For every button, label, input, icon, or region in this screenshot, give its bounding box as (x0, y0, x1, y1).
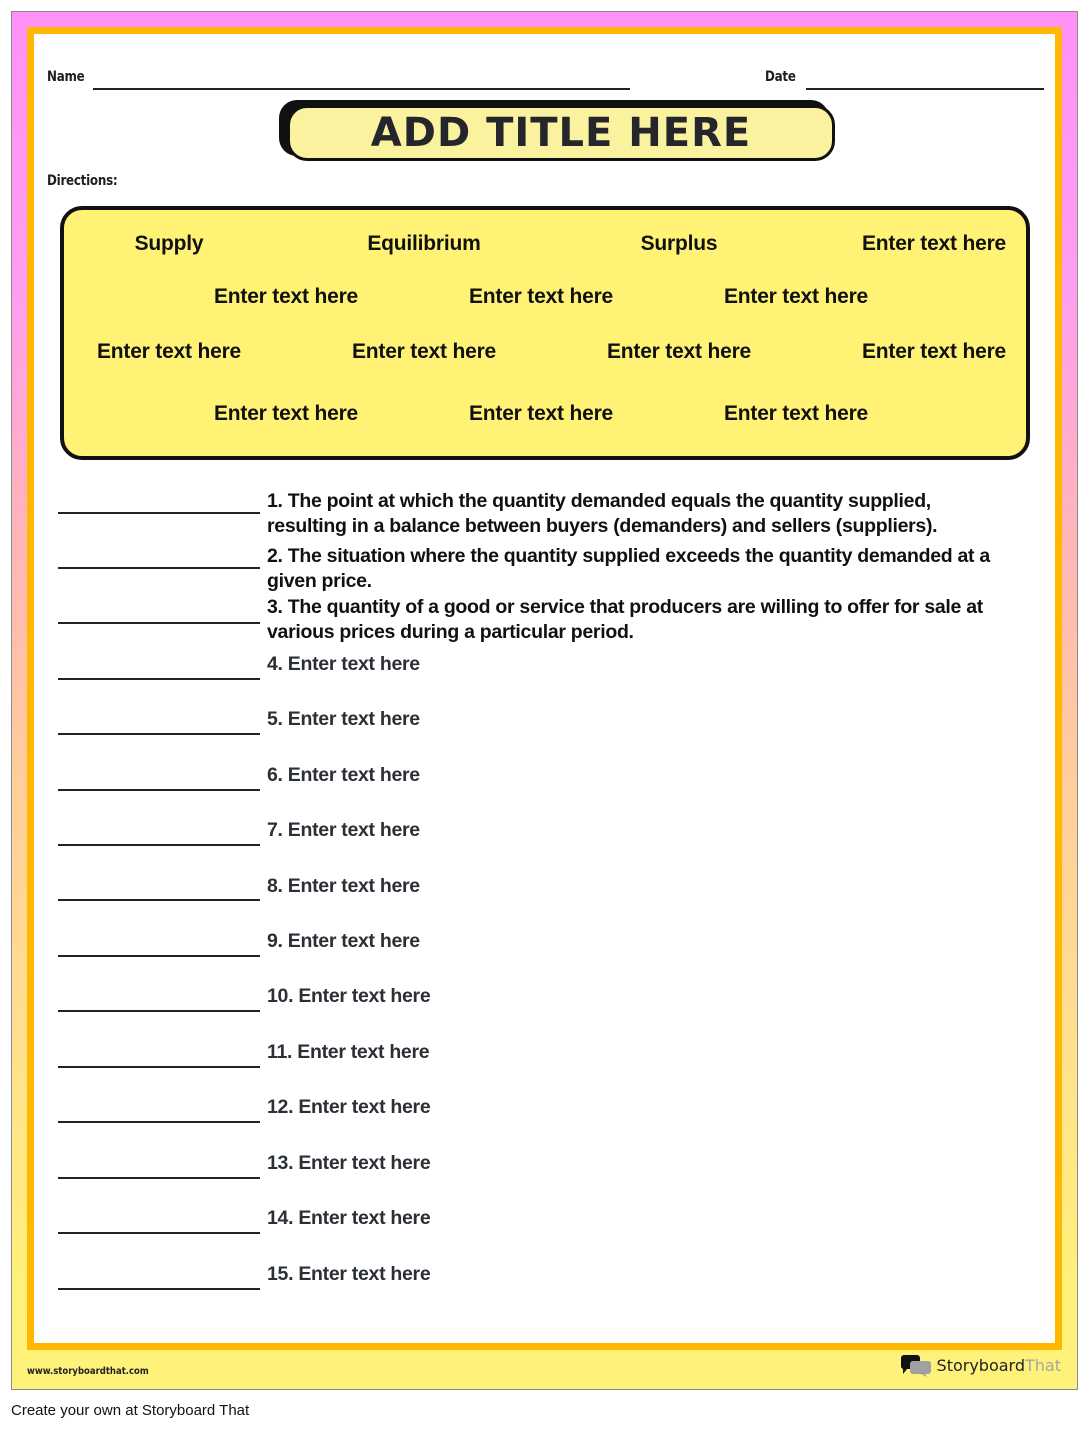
answer-blank[interactable] (58, 899, 260, 901)
question-body: Enter text here (298, 985, 431, 1007)
word-bank: Supply Equilibrium Surplus Enter text here E… (60, 206, 1030, 460)
storyboardthat-logo[interactable]: StoryboardThat (899, 1353, 1061, 1377)
answer-blank[interactable] (58, 1121, 260, 1123)
page-title[interactable]: ADD TITLE HERE (371, 110, 751, 156)
question-body: Enter text here (297, 1041, 430, 1063)
word-bank-item[interactable]: Enter text here (724, 402, 868, 426)
question-number: 2. (267, 545, 283, 567)
answer-blank[interactable] (58, 955, 260, 957)
speech-bubbles-icon (900, 1355, 931, 1377)
question-body: Enter text here (287, 653, 420, 675)
title-banner[interactable]: ADD TITLE HERE (287, 105, 835, 161)
word-bank-item[interactable]: Enter text here (214, 402, 358, 426)
question-number: 15. (267, 1263, 294, 1285)
question-text[interactable]: 15. Enter text here (267, 1262, 1007, 1287)
question-text[interactable]: 10. Enter text here (267, 984, 1007, 1009)
question-number: 6. (267, 764, 283, 786)
question-text[interactable]: 3. The quantity of a good or service tha… (267, 595, 1007, 645)
worksheet-page: Name Date ADD TITLE HERE Directions: Sup… (11, 11, 1078, 1390)
answer-blank[interactable] (58, 733, 260, 735)
worksheet-frame: Name Date ADD TITLE HERE Directions: Sup… (27, 27, 1062, 1350)
question-text[interactable]: 5. Enter text here (267, 707, 1007, 732)
question-number: 4. (267, 653, 283, 675)
question-text[interactable]: 8. Enter text here (267, 874, 1007, 899)
question-text[interactable]: 12. Enter text here (267, 1095, 1007, 1120)
question-text[interactable]: 7. Enter text here (267, 818, 1007, 843)
question-body: The quantity of a good or service that p… (267, 596, 983, 643)
word-bank-item[interactable]: Enter text here (862, 340, 1006, 364)
word-bank-item[interactable]: Enter text here (97, 340, 241, 364)
answer-blank[interactable] (58, 1010, 260, 1012)
question-body: Enter text here (287, 930, 420, 952)
answer-blank[interactable] (58, 512, 260, 514)
question-body: The situation where the quantity supplie… (267, 545, 990, 592)
word-bank-item[interactable]: Surplus (641, 232, 718, 256)
word-bank-item[interactable]: Enter text here (862, 232, 1006, 256)
footer-url[interactable]: www.storyboardthat.com (27, 1366, 149, 1377)
date-input-line[interactable] (806, 88, 1044, 90)
word-bank-item[interactable]: Supply (135, 232, 204, 256)
question-body: Enter text here (287, 819, 420, 841)
answer-blank[interactable] (58, 789, 260, 791)
question-body: Enter text here (287, 875, 420, 897)
answer-blank[interactable] (58, 678, 260, 680)
question-text[interactable]: 1. The point at which the quantity deman… (267, 489, 1007, 539)
question-text[interactable]: 4. Enter text here (267, 652, 1007, 677)
word-bank-item[interactable]: Enter text here (469, 285, 613, 309)
question-body: Enter text here (298, 1207, 431, 1229)
question-text[interactable]: 6. Enter text here (267, 763, 1007, 788)
question-text[interactable]: 11. Enter text here (267, 1040, 1007, 1065)
question-number: 11. (267, 1041, 293, 1063)
date-label: Date (765, 69, 796, 85)
question-body: Enter text here (287, 708, 420, 730)
question-text[interactable]: 14. Enter text here (267, 1206, 1007, 1231)
answer-blank[interactable] (58, 1232, 260, 1234)
question-text[interactable]: 2. The situation where the quantity supp… (267, 544, 1007, 594)
brand-name: StoryboardThat (936, 1355, 1061, 1375)
question-number: 10. (267, 985, 294, 1007)
name-input-line[interactable] (93, 88, 630, 90)
question-number: 12. (267, 1096, 294, 1118)
question-body: Enter text here (287, 764, 420, 786)
name-label: Name (47, 69, 85, 85)
question-number: 14. (267, 1207, 294, 1229)
create-your-own-caption[interactable]: Create your own at Storyboard That (11, 1402, 249, 1419)
question-text[interactable]: 13. Enter text here (267, 1151, 1007, 1176)
question-body: Enter text here (298, 1152, 431, 1174)
question-number: 9. (267, 930, 283, 952)
word-bank-item[interactable]: Enter text here (469, 402, 613, 426)
answer-blank[interactable] (58, 622, 260, 624)
word-bank-item[interactable]: Equilibrium (367, 232, 481, 256)
word-bank-item[interactable]: Enter text here (724, 285, 868, 309)
answer-blank[interactable] (58, 844, 260, 846)
question-body: The point at which the quantity demanded… (267, 490, 938, 537)
question-number: 5. (267, 708, 283, 730)
question-text[interactable]: 9. Enter text here (267, 929, 1007, 954)
question-number: 1. (267, 490, 283, 512)
question-body: Enter text here (298, 1263, 431, 1285)
word-bank-item[interactable]: Enter text here (607, 340, 751, 364)
question-number: 3. (267, 596, 283, 618)
answer-blank[interactable] (58, 567, 260, 569)
answer-blank[interactable] (58, 1066, 260, 1068)
directions-label: Directions: (47, 173, 118, 189)
question-number: 7. (267, 819, 283, 841)
answer-blank[interactable] (58, 1177, 260, 1179)
word-bank-item[interactable]: Enter text here (352, 340, 496, 364)
question-body: Enter text here (298, 1096, 431, 1118)
word-bank-item[interactable]: Enter text here (214, 285, 358, 309)
question-number: 8. (267, 875, 283, 897)
answer-blank[interactable] (58, 1288, 260, 1290)
question-number: 13. (267, 1152, 294, 1174)
